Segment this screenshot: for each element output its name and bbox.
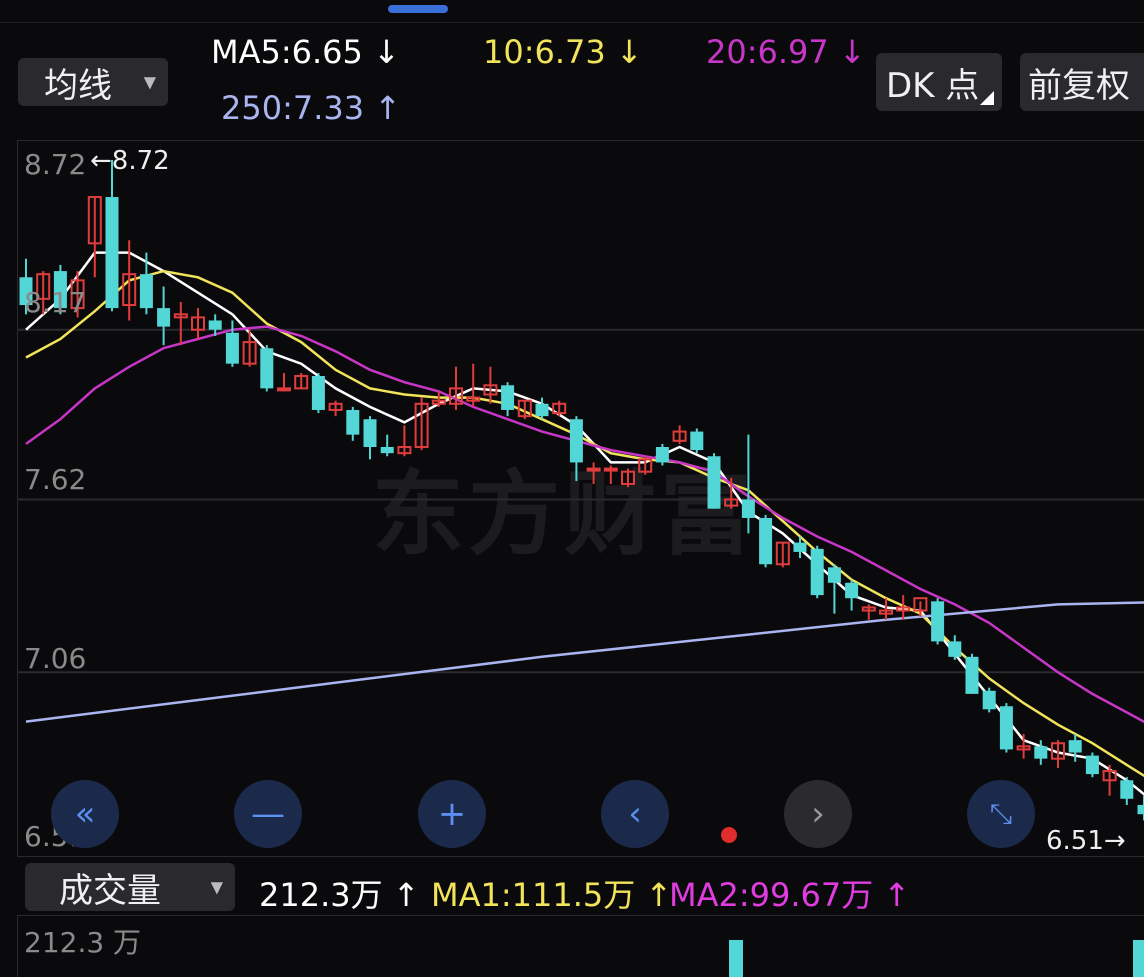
volume-bar [729, 940, 743, 977]
volume-bar [1133, 940, 1144, 977]
volume-chart[interactable] [0, 0, 1144, 977]
